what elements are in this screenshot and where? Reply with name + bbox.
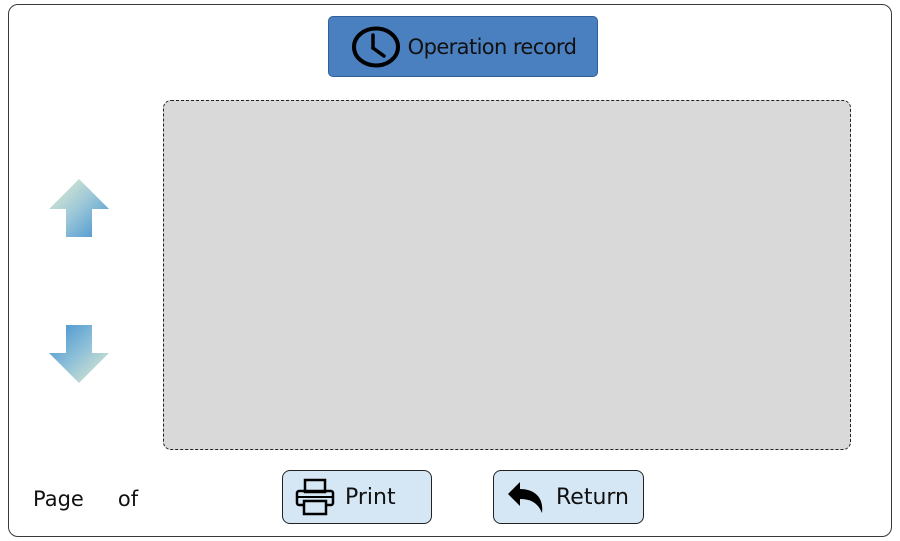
return-button[interactable]: Return bbox=[493, 470, 644, 524]
arrow-up-icon[interactable] bbox=[48, 178, 110, 238]
undo-arrow-icon bbox=[504, 477, 548, 517]
return-label: Return bbox=[556, 484, 630, 510]
page-indicator: Page of bbox=[33, 487, 138, 511]
page-title: Operation record bbox=[407, 34, 577, 59]
printer-icon bbox=[293, 477, 337, 517]
of-label: of bbox=[117, 487, 139, 511]
arrow-down-icon[interactable] bbox=[48, 324, 110, 384]
print-button[interactable]: Print bbox=[282, 470, 432, 524]
page-label: Page bbox=[33, 487, 84, 511]
print-label: Print bbox=[345, 484, 396, 510]
clock-icon bbox=[350, 25, 402, 69]
operation-record-title-button[interactable]: Operation record bbox=[328, 16, 598, 77]
record-display-area bbox=[163, 100, 851, 450]
